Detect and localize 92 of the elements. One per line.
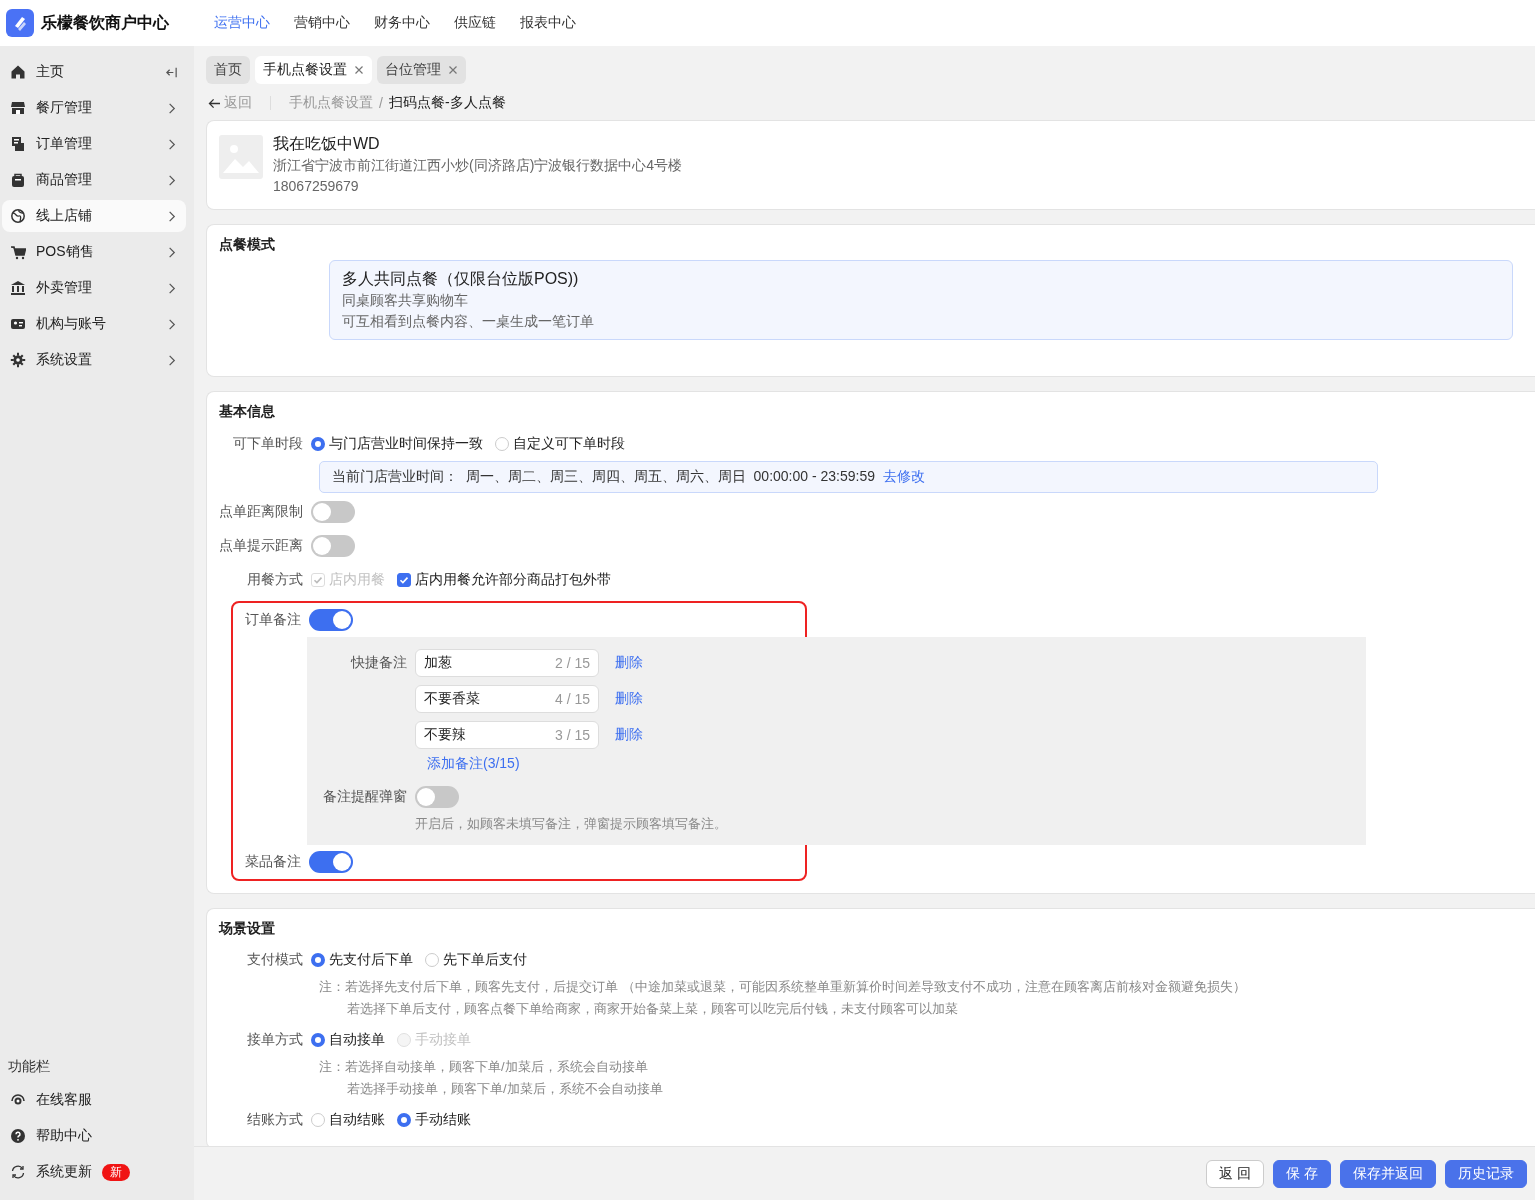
input-field[interactable]: 加葱 2 / 15 <box>415 649 599 677</box>
page-tab[interactable]: 台位管理 <box>377 56 466 84</box>
field-label: 快捷备注 <box>351 654 407 670</box>
action-button[interactable]: 保 存 <box>1273 1159 1331 1188</box>
help-icon <box>10 1128 26 1144</box>
toggle-switch[interactable] <box>311 535 355 557</box>
edit-link[interactable]: 去修改 <box>883 468 925 486</box>
page-tab[interactable]: 手机点餐设置 <box>255 56 372 84</box>
top-nav-link[interactable]: 运营中心 <box>214 14 270 32</box>
delete-link[interactable]: 删除 <box>615 654 643 672</box>
sidebar-item[interactable]: 帮助中心 <box>2 1120 186 1152</box>
toggle-switch[interactable] <box>415 786 459 808</box>
input-field[interactable]: 不要香菜 4 / 15 <box>415 685 599 713</box>
note-text: 注：若选择自动接单，顾客下单/加菜后，系统会自动接单 <box>319 1058 649 1076</box>
logo-icon <box>6 9 34 37</box>
radio-option[interactable]: 自动结账 <box>311 1111 385 1129</box>
globe-icon <box>10 208 26 224</box>
top-nav-link[interactable]: 报表中心 <box>520 14 576 32</box>
sidebar-item[interactable]: 主页 <box>2 56 186 88</box>
radio-option[interactable]: 手动结账 <box>397 1111 471 1129</box>
mode-option-card[interactable]: 多人共同点餐（仅限台位版POS)) 同桌顾客共享购物车 可互相看到点餐内容、一桌生成一笔订单 <box>329 260 1513 340</box>
business-hours-text: 当前门店营业时间： 周一、周二、周三、周四、周五、周六、周日 00:00:00 - 23:59:59 <box>332 468 875 486</box>
radio-option[interactable]: 先支付后下单 <box>311 951 413 969</box>
radio-option[interactable]: 自定义可下单时段 <box>495 435 625 453</box>
cart-icon <box>10 244 26 260</box>
sidebar-item[interactable]: 订单管理 <box>2 128 186 160</box>
breadcrumb-item: 扫码点餐-多人点餐 <box>388 94 506 112</box>
checkmark-icon <box>312 574 324 586</box>
toggle-switch[interactable] <box>311 501 355 523</box>
bank-icon <box>10 280 26 296</box>
bag-icon <box>10 172 26 188</box>
breadcrumb-separator: / <box>379 95 383 111</box>
sidebar-item[interactable]: POS销售 <box>2 236 186 268</box>
field-label: 结账方式 <box>246 1111 304 1129</box>
field-label: 可下单时段 <box>232 435 304 453</box>
action-button[interactable]: 历史记录 <box>1445 1159 1527 1188</box>
store-phone: 18067259679 <box>273 177 360 196</box>
top-nav-link[interactable]: 营销中心 <box>294 14 350 32</box>
toggle-switch[interactable] <box>309 609 353 631</box>
delete-link[interactable]: 删除 <box>615 690 643 708</box>
sidebar-item[interactable]: 外卖管理 <box>2 272 186 304</box>
brand-name: 乐檬餐饮商户中心 <box>41 12 169 33</box>
back-arrow-icon[interactable] <box>208 97 221 109</box>
action-button[interactable]: 返 回 <box>1206 1159 1265 1188</box>
field-label: 点单距离限制 <box>219 503 304 521</box>
store-icon <box>10 100 26 116</box>
new-badge: 新 <box>102 1163 130 1181</box>
refresh-icon <box>10 1164 26 1180</box>
add-remark-link[interactable]: 添加备注(3/15) <box>427 755 520 771</box>
toggle-switch[interactable] <box>309 851 353 873</box>
note-text: 注：若选择先支付后下单，顾客先支付，后提交订单 （中途加菜或退菜，可能因系统整单重新算价时间差导致支付不成功，注意在顾客离店前核对金额避免损失） <box>319 978 1247 996</box>
radio-option[interactable]: 自动接单 <box>311 1031 385 1049</box>
radio-option[interactable]: 先下单后支付 <box>425 951 527 969</box>
field-label: 备注提醒弹窗 <box>323 788 407 804</box>
radio-option[interactable]: 与门店营业时间保持一致 <box>311 435 483 453</box>
document-icon <box>10 136 26 152</box>
checkmark-icon <box>398 574 410 586</box>
store-name: 我在吃饭中WD <box>273 134 381 154</box>
field-label: 点单提示距离 <box>219 537 304 555</box>
home-icon <box>10 64 26 80</box>
top-nav-link[interactable]: 财务中心 <box>374 14 430 32</box>
sidebar-item[interactable]: 在线客服 <box>2 1084 186 1116</box>
collapse-icon[interactable] <box>165 65 178 79</box>
settings-icon <box>10 352 26 368</box>
store-address: 浙江省宁波市前江街道江西小炒(同济路店)宁波银行数据中心4号楼 <box>273 156 683 175</box>
sidebar-item[interactable]: 线上店铺 <box>2 200 186 232</box>
note-text: 若选择下单后支付，顾客点餐下单给商家，商家开始备菜上菜，顾客可以吃完后付钱，未支付顾客可以加菜 <box>346 1000 959 1018</box>
sidebar-item[interactable]: 商品管理 <box>2 164 186 196</box>
field-label: 用餐方式 <box>246 571 304 589</box>
delete-link[interactable]: 删除 <box>615 726 643 744</box>
section-title: 点餐模式 <box>219 235 276 254</box>
field-label: 支付模式 <box>246 951 304 969</box>
section-title: 基本信息 <box>219 402 276 421</box>
input-field[interactable]: 不要辣 3 / 15 <box>415 721 599 749</box>
checkbox-option[interactable]: 店内用餐允许部分商品打包外带 <box>397 571 611 589</box>
field-label: 菜品备注 <box>244 853 302 871</box>
field-label: 订单备注 <box>244 611 302 629</box>
close-icon[interactable] <box>448 65 458 75</box>
sidebar-item[interactable]: 餐厅管理 <box>2 92 186 124</box>
section-title: 功能栏 <box>7 1057 51 1076</box>
id-card-icon <box>10 316 26 332</box>
sidebar-item[interactable]: 系统设置 <box>2 344 186 376</box>
sidebar-item[interactable]: 机构与账号 <box>2 308 186 340</box>
field-label: 接单方式 <box>246 1031 304 1049</box>
sidebar-item[interactable]: 系统更新 新 <box>2 1156 186 1188</box>
page-tab[interactable]: 首页 <box>206 56 250 84</box>
action-button[interactable]: 保存并返回 <box>1340 1159 1436 1188</box>
section-title: 场景设置 <box>219 919 276 938</box>
close-icon[interactable] <box>354 65 364 75</box>
hint-text: 开启后，如顾客未填写备注，弹窗提示顾客填写备注。 <box>414 815 728 833</box>
note-text: 若选择手动接单，顾客下单/加菜后，系统不会自动接单 <box>346 1080 664 1098</box>
top-nav-link[interactable]: 供应链 <box>454 14 496 32</box>
